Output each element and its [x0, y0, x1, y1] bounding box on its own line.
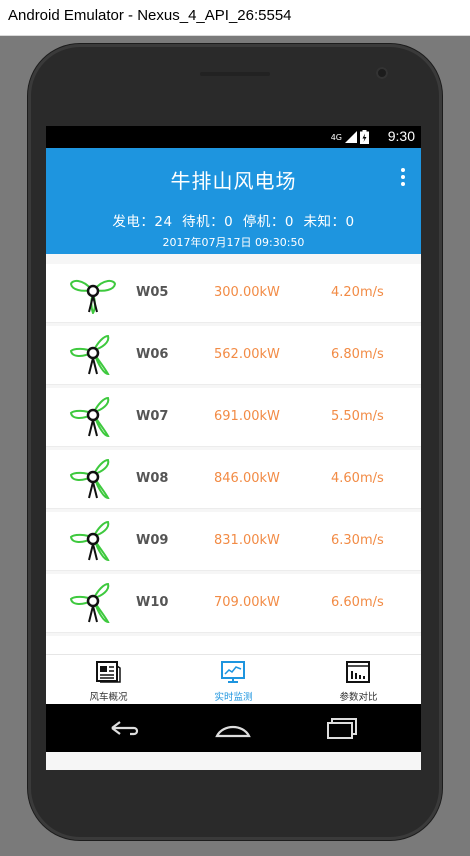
wind-turbine-icon	[69, 279, 117, 314]
monitor-chart-icon	[221, 661, 245, 683]
phone-speaker	[200, 72, 270, 76]
battery-icon	[360, 130, 369, 144]
bar-chart-icon	[346, 661, 370, 683]
bottom-navigation: 风车概况 实时监测 参数对比	[46, 654, 421, 705]
turbine-power: 846.00kW	[214, 471, 280, 486]
turbine-name: W09	[136, 533, 169, 548]
signal-icon	[345, 131, 357, 143]
nav-tab-overview[interactable]: 风车概况	[46, 655, 171, 705]
status-summary: 发电：24 待机：0 停机：0 未知：0	[112, 214, 355, 230]
turbine-power: 709.00kW	[214, 595, 280, 610]
system-navigation-bar	[46, 704, 421, 752]
turbine-name: W10	[136, 595, 169, 610]
home-icon[interactable]	[213, 714, 253, 742]
network-type-label: 4G	[330, 132, 342, 142]
wind-turbine-icon	[69, 396, 110, 438]
turbine-row[interactable]: W08 846.00kW 4.60m/s	[46, 450, 421, 509]
device-screen: 4G 9:30 牛排山风电场 发电：24 待机：0 停机：0 未知：0 2017…	[46, 126, 421, 770]
wind-turbine-icon	[69, 458, 110, 500]
turbine-row[interactable]: W09 831.00kW 6.30m/s	[46, 512, 421, 571]
recent-apps-icon[interactable]	[322, 714, 362, 742]
turbine-name: W06	[136, 347, 169, 362]
turbine-name: W07	[136, 409, 169, 424]
nav-tab-label: 实时监测	[214, 692, 253, 703]
update-datetime: 2017年07月17日 09:30:50	[162, 236, 305, 249]
turbine-wind-speed: 4.20m/s	[331, 285, 384, 300]
page-title: 牛排山风电场	[170, 169, 297, 193]
turbine-power: 831.00kW	[214, 533, 280, 548]
document-icon	[96, 661, 121, 683]
nav-tab-compare[interactable]: 参数对比	[296, 655, 421, 705]
window-title: Android Emulator - Nexus_4_API_26:5554	[8, 7, 292, 24]
turbine-wind-speed: 6.30m/s	[331, 533, 384, 548]
wind-turbine-icon	[69, 582, 110, 624]
turbine-wind-speed: 5.50m/s	[331, 409, 384, 424]
turbine-name: W08	[136, 471, 169, 486]
wind-turbine-icon	[69, 334, 110, 376]
nav-tab-label: 风车概况	[89, 692, 128, 703]
turbine-row[interactable]: W06 562.00kW 6.80m/s	[46, 326, 421, 385]
turbine-wind-speed: 6.60m/s	[331, 595, 384, 610]
nav-tab-realtime[interactable]: 实时监测	[171, 655, 296, 705]
turbine-name: W05	[136, 285, 169, 300]
window-title-bar: Android Emulator - Nexus_4_API_26:5554	[0, 0, 470, 36]
turbine-power: 300.00kW	[214, 285, 280, 300]
phone-camera	[376, 67, 388, 79]
turbine-power: 691.00kW	[214, 409, 280, 424]
app-bar: 牛排山风电场 发电：24 待机：0 停机：0 未知：0 2017年07月17日 …	[46, 148, 421, 254]
turbine-power: 562.00kW	[214, 347, 280, 362]
turbine-wind-speed: 4.60m/s	[331, 471, 384, 486]
overflow-menu-icon[interactable]	[400, 168, 406, 188]
turbine-row[interactable]: W05 300.00kW 4.20m/s	[46, 264, 421, 323]
turbine-wind-speed: 6.80m/s	[331, 347, 384, 362]
wind-turbine-icon	[69, 520, 110, 562]
turbine-row[interactable]: W07 691.00kW 5.50m/s	[46, 388, 421, 447]
nav-tab-label: 参数对比	[339, 692, 378, 703]
status-time: 9:30	[387, 128, 415, 144]
back-icon[interactable]	[104, 714, 144, 742]
turbine-row[interactable]: W10 709.00kW 6.60m/s	[46, 574, 421, 633]
status-bar: 4G 9:30	[46, 126, 421, 148]
